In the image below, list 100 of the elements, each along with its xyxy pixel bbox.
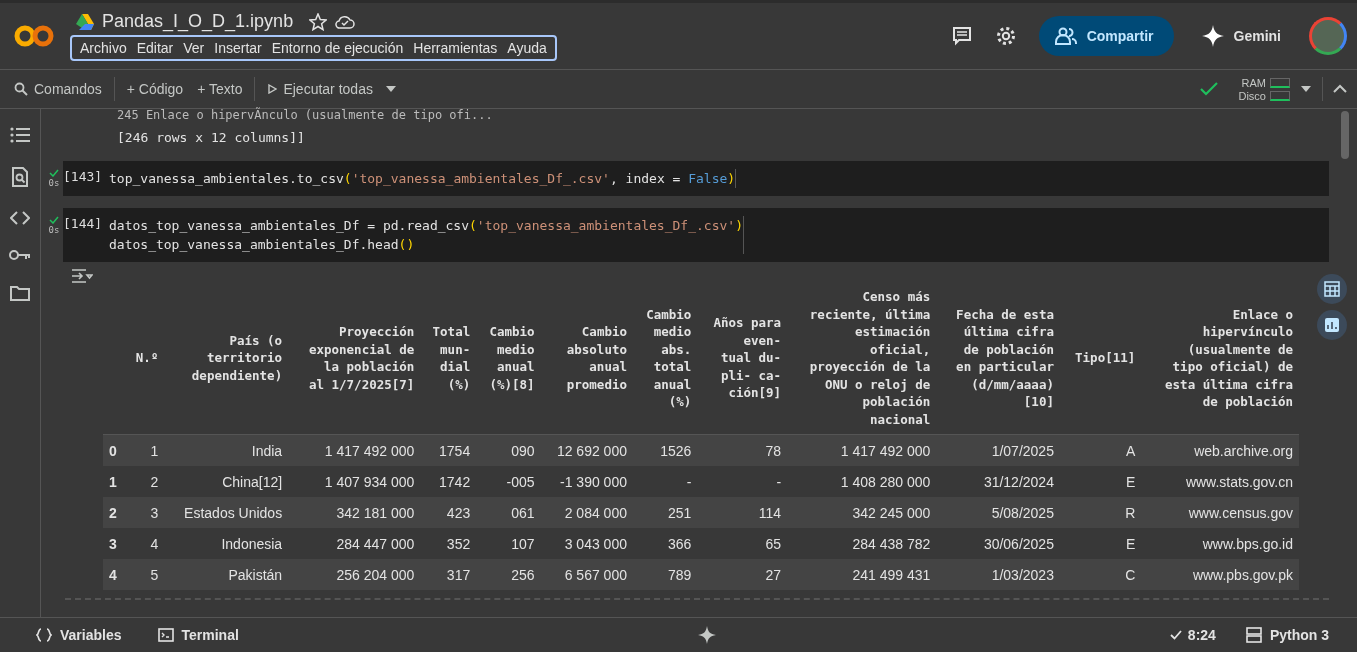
table-of-contents-icon[interactable] bbox=[10, 127, 30, 143]
search-icon bbox=[14, 82, 28, 96]
table-cell: 423 bbox=[420, 497, 477, 528]
column-header: Enlace o hipervínculo (usualmente de tipo oficial) de esta última cifra de población bbox=[1141, 284, 1299, 435]
table-cell: 5 bbox=[125, 559, 165, 590]
runtime-button[interactable]: Python 3 bbox=[1239, 626, 1335, 644]
column-header: Cambio medio abs. total anual (%) bbox=[633, 284, 698, 435]
table-cell: 284 438 782 bbox=[787, 528, 937, 559]
sparkle-icon bbox=[1201, 25, 1224, 47]
settings-icon[interactable] bbox=[994, 25, 1017, 47]
add-code-button[interactable]: + Código bbox=[124, 81, 186, 97]
bar-chart-icon[interactable] bbox=[1317, 310, 1347, 340]
server-icon bbox=[1245, 627, 1262, 643]
table-cell: 30/06/2025 bbox=[936, 528, 1060, 559]
star-icon[interactable] bbox=[309, 12, 328, 31]
execution-time: 0s bbox=[48, 225, 60, 235]
table-cell: - bbox=[633, 466, 698, 497]
table-cell: 6 567 000 bbox=[540, 559, 633, 590]
dropdown-caret-icon[interactable] bbox=[1300, 85, 1312, 93]
cloud-check-icon bbox=[335, 13, 356, 30]
menu-item[interactable]: Archivo bbox=[76, 39, 131, 57]
code-cell[interactable]: [144] datos_top_vanessa_ambientales_Df = pd.read_csv('top_vanessa_ambientales_Df_.csv') datos_top_vanessa_ambientales_Df.head() bbox=[63, 208, 1329, 262]
folder-icon[interactable] bbox=[10, 285, 30, 301]
collapse-icon[interactable] bbox=[1333, 84, 1347, 94]
find-icon[interactable] bbox=[11, 167, 29, 187]
menu-item[interactable]: Herramientas bbox=[409, 39, 502, 57]
scrollbar[interactable] bbox=[1341, 111, 1349, 159]
row-index: 3 bbox=[103, 528, 126, 559]
table-cell: 256 bbox=[476, 559, 541, 590]
output-text: [246 rows x 12 columns]] bbox=[117, 130, 306, 145]
account-avatar[interactable] bbox=[1309, 17, 1347, 55]
table-cell: 78 bbox=[697, 434, 788, 466]
column-header: Años para even- tual du- pli- ca- ción[9] bbox=[697, 284, 788, 435]
table-cell: 1/03/2023 bbox=[936, 559, 1060, 590]
table-cell: 1754 bbox=[420, 434, 477, 466]
table-cell: 789 bbox=[633, 559, 698, 590]
table-cell: E bbox=[1059, 466, 1142, 497]
dropdown-caret-icon[interactable] bbox=[384, 85, 397, 93]
variables-button[interactable]: Variables bbox=[30, 626, 128, 644]
menu-item[interactable]: Entorno de ejecución bbox=[267, 39, 408, 57]
table-cell: 1 417 492 000 bbox=[787, 434, 937, 466]
run-all-button[interactable]: Ejecutar todas bbox=[265, 81, 375, 97]
menu-item[interactable]: Editar bbox=[132, 39, 178, 57]
row-index: 0 bbox=[103, 434, 126, 466]
table-cell: India bbox=[164, 434, 289, 466]
ram-label: RAM bbox=[1241, 76, 1266, 89]
table-cell: 061 bbox=[476, 497, 541, 528]
terminal-button[interactable]: Terminal bbox=[151, 626, 245, 644]
gemini-button[interactable]: Gemini bbox=[1195, 24, 1287, 48]
table-cell: 3 bbox=[125, 497, 165, 528]
key-icon[interactable] bbox=[9, 249, 31, 261]
table-cell: 3 043 000 bbox=[540, 528, 633, 559]
table-cell: C bbox=[1059, 559, 1142, 590]
table-cell: 12 692 000 bbox=[540, 434, 633, 466]
sparkle-icon[interactable] bbox=[698, 626, 717, 644]
output-actions-icon[interactable] bbox=[71, 268, 93, 284]
notebook-title[interactable]: Pandas_I_O_D_1.ipynb bbox=[102, 11, 294, 32]
table-cell: 2 084 000 bbox=[540, 497, 633, 528]
table-cell: Estados Unidos bbox=[164, 497, 289, 528]
people-icon bbox=[1054, 27, 1077, 45]
column-header: Proyección exponencial de la población al 1/7/2025[7] bbox=[288, 284, 421, 435]
table-cell: A bbox=[1059, 434, 1142, 466]
code-line: datos_top_vanessa_ambientales_Df = pd.read_csv('top_vanessa_ambientales_Df_.csv') bbox=[109, 217, 743, 235]
table-cell: China[12] bbox=[164, 466, 289, 497]
table-cell: 114 bbox=[697, 497, 788, 528]
add-text-button[interactable]: + Texto bbox=[195, 81, 245, 97]
table-cell: 1 408 280 000 bbox=[787, 466, 937, 497]
table-cell: 1742 bbox=[420, 466, 477, 497]
connected-check-icon bbox=[1200, 82, 1219, 96]
table-cell: 4 bbox=[125, 528, 165, 559]
table-cell: www.pbs.gov.pk bbox=[1141, 559, 1299, 590]
table-icon[interactable] bbox=[1317, 274, 1347, 304]
code-icon[interactable] bbox=[10, 211, 30, 225]
code-line: top_vanessa_ambientales.to_csv('top_vanessa_ambientales_Df_.csv', index = False) bbox=[109, 170, 736, 188]
column-header: Fecha de esta última cifra de población en particular (d/mm/aaaa) [10] bbox=[936, 284, 1060, 435]
table-cell: www.census.gov bbox=[1141, 497, 1299, 528]
run-check-icon bbox=[49, 216, 59, 224]
ram-meter bbox=[1270, 77, 1290, 88]
menu-item[interactable]: Ver bbox=[179, 39, 209, 57]
execution-time: 8:24 bbox=[1187, 627, 1216, 643]
execution-count: [144] bbox=[63, 216, 104, 233]
column-header: Censo más reciente, última estimación oficial, proyección de la ONU o reloj de población nacional bbox=[787, 284, 937, 435]
table-cell: 1/07/2025 bbox=[936, 434, 1060, 466]
share-button[interactable]: Compartir bbox=[1038, 16, 1174, 56]
row-index: 4 bbox=[103, 559, 126, 590]
execution-count: [143] bbox=[63, 169, 104, 186]
table-cell: -005 bbox=[476, 466, 541, 497]
table-cell: 1526 bbox=[633, 434, 698, 466]
menu-item[interactable]: Ayuda bbox=[503, 39, 551, 57]
check-icon bbox=[1169, 630, 1182, 640]
table-cell: 65 bbox=[697, 528, 788, 559]
table-cell: 1 417 492 000 bbox=[288, 434, 421, 466]
table-cell: E bbox=[1059, 528, 1142, 559]
commands-button[interactable]: Comandos bbox=[12, 81, 104, 97]
code-cell[interactable]: [143] top_vanessa_ambientales.to_csv('top_vanessa_ambientales_Df_.csv', index = False) bbox=[63, 161, 1329, 196]
table-cell: 241 499 431 bbox=[787, 559, 937, 590]
execution-time: 0s bbox=[48, 178, 60, 188]
menu-item[interactable]: Insertar bbox=[210, 39, 266, 57]
comment-icon[interactable] bbox=[950, 25, 973, 47]
disk-label: Disco bbox=[1238, 89, 1266, 102]
